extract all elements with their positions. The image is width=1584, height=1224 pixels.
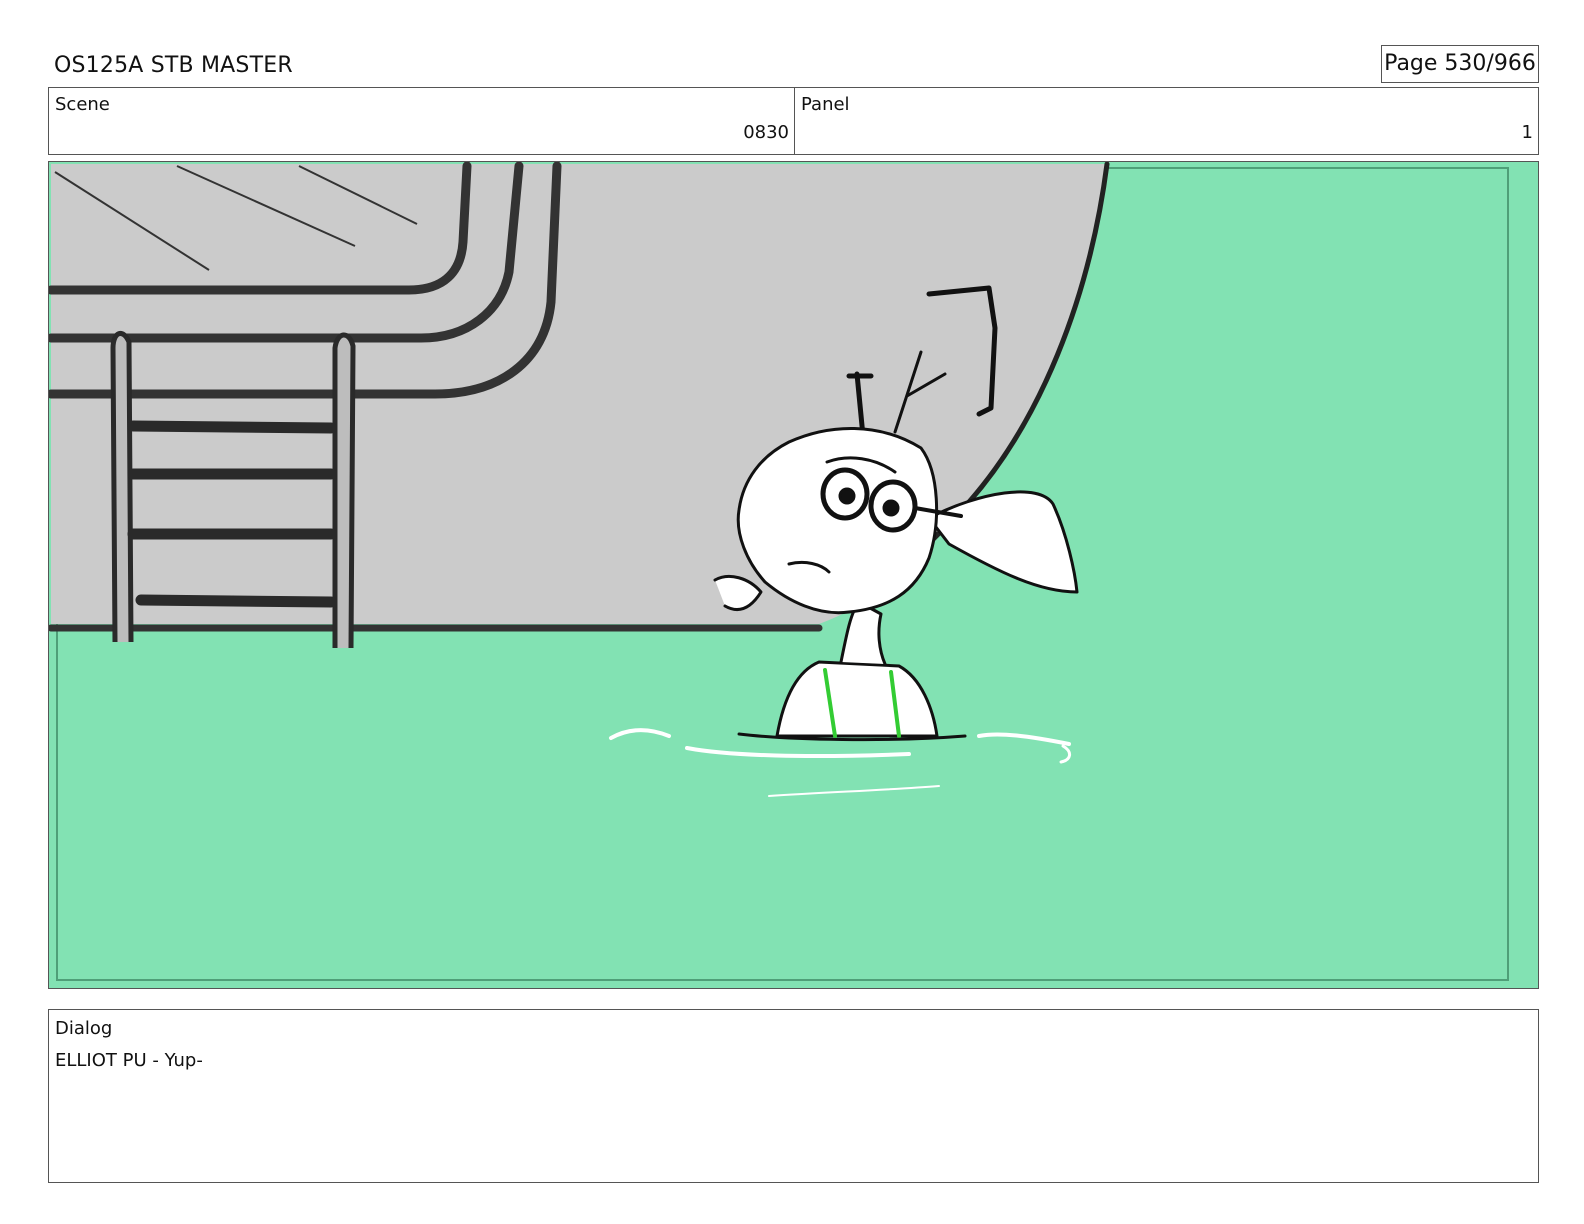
dialog-text: ELLIOT PU - Yup-: [55, 1050, 203, 1071]
ladder-rung: [127, 420, 337, 434]
scene-value: 0830: [743, 122, 789, 143]
ladder-rung: [135, 594, 337, 608]
scene-panel-row: Scene 0830 Panel 1: [48, 87, 1539, 155]
pupil-left: [838, 487, 856, 505]
storyboard-drawing: [49, 162, 1538, 988]
ladder-rail-left: [110, 331, 134, 643]
panel-value: 1: [1521, 122, 1533, 143]
scene-cell: Scene 0830: [49, 88, 795, 154]
dialog-box: Dialog ELLIOT PU - Yup-: [48, 1009, 1539, 1183]
panel-label: Panel: [801, 94, 850, 115]
ladder-rail-right: [332, 332, 356, 649]
page-number-box: Page 530/966: [1381, 45, 1539, 83]
storyboard-frame: [48, 161, 1539, 989]
panel-cell: Panel 1: [795, 88, 1538, 154]
scene-label: Scene: [55, 94, 110, 115]
pupil-right: [882, 499, 900, 517]
dialog-label: Dialog: [55, 1018, 113, 1039]
document-title: OS125A STB MASTER: [54, 53, 293, 78]
